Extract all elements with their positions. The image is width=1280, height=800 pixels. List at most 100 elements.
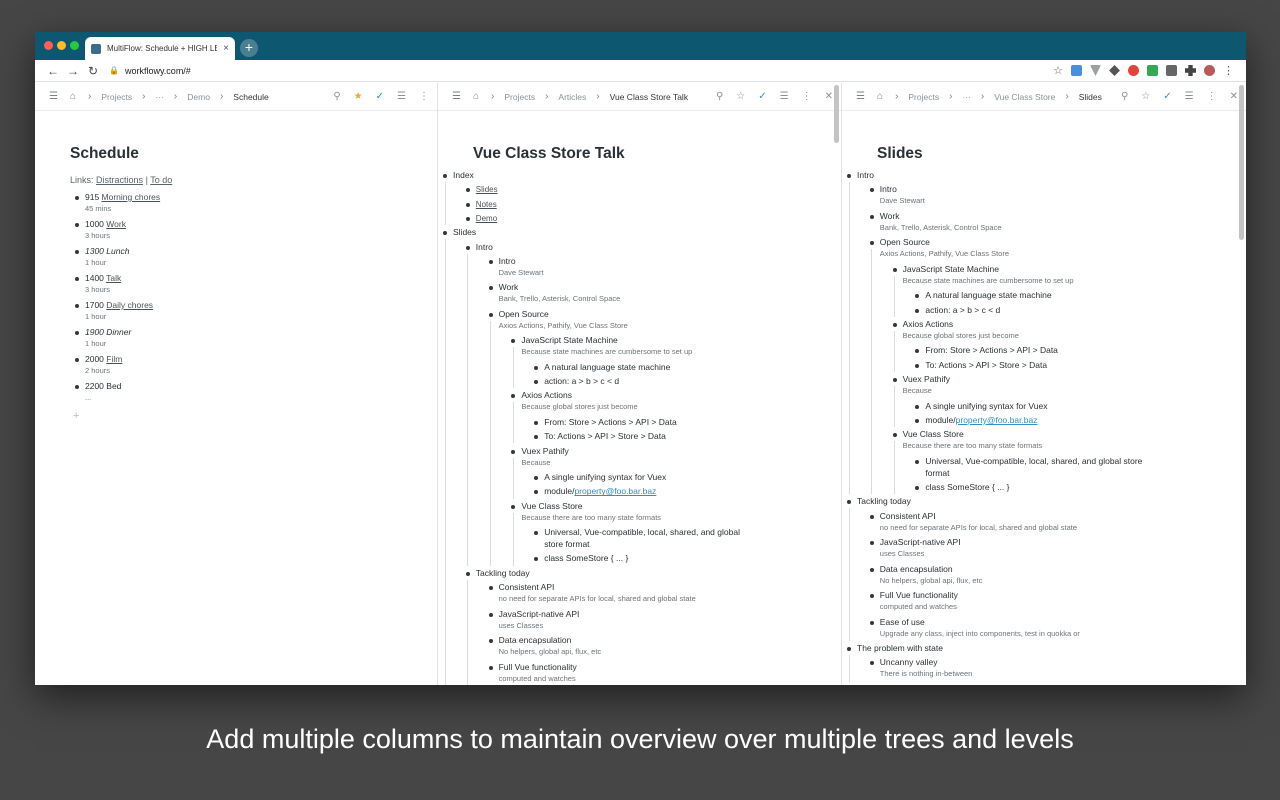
maximize-window-button[interactable] bbox=[70, 41, 79, 50]
bullet bbox=[466, 572, 470, 576]
more-icon[interactable]: ⋮ bbox=[802, 91, 812, 102]
item-link[interactable]: Morning chores bbox=[102, 192, 161, 202]
item-link[interactable]: property@foo.bar.baz bbox=[574, 486, 656, 496]
bookmark-star-icon[interactable]: ☆ bbox=[1053, 64, 1063, 77]
extensions-area: ☆ ⋮ bbox=[1053, 64, 1234, 77]
bullet bbox=[75, 331, 79, 335]
scrollbar[interactable] bbox=[834, 85, 839, 143]
breadcrumb[interactable]: Projects bbox=[101, 92, 132, 102]
close-window-button[interactable] bbox=[44, 41, 53, 50]
outline-note: Upgrade any class, inject into component… bbox=[880, 629, 1080, 638]
item-link[interactable]: Demo bbox=[476, 214, 497, 223]
browser-tab[interactable]: MultiFlow: Schedule + HIGH LE × bbox=[85, 37, 235, 60]
outline-item: Intro bbox=[880, 184, 897, 194]
bullet bbox=[915, 364, 919, 368]
avatar[interactable] bbox=[1204, 65, 1215, 76]
more-icon[interactable]: ⋮ bbox=[419, 91, 429, 102]
check-icon[interactable]: ✓ bbox=[376, 91, 384, 102]
extension-icon[interactable] bbox=[1071, 65, 1082, 76]
breadcrumb[interactable]: ··· bbox=[962, 92, 971, 102]
lock-icon[interactable]: 🔒 bbox=[109, 66, 119, 75]
star-icon[interactable]: ☆ bbox=[1141, 91, 1150, 102]
hamburger-icon[interactable]: ☰ bbox=[856, 91, 865, 102]
extension-icon[interactable] bbox=[1090, 65, 1101, 76]
indent-guide bbox=[513, 513, 514, 566]
item-link[interactable]: Notes bbox=[476, 200, 497, 209]
bullet bbox=[915, 405, 919, 409]
list-item: 915 Morning chores bbox=[85, 192, 160, 202]
bullet bbox=[511, 450, 515, 454]
bullet bbox=[534, 421, 538, 425]
search-icon[interactable]: ⚲ bbox=[716, 91, 723, 102]
star-icon[interactable]: ☆ bbox=[736, 91, 745, 102]
check-icon[interactable]: ✓ bbox=[758, 91, 766, 102]
breadcrumb[interactable]: Demo bbox=[187, 92, 210, 102]
home-icon[interactable]: ⌂ bbox=[473, 91, 479, 102]
breadcrumb[interactable]: Vue Class Store bbox=[994, 92, 1055, 102]
list-icon[interactable]: ☰ bbox=[397, 91, 406, 102]
indent-guide bbox=[513, 458, 514, 499]
close-column-icon[interactable]: ✕ bbox=[825, 91, 833, 102]
extension-icon[interactable] bbox=[1166, 65, 1177, 76]
new-tab-button[interactable]: + bbox=[240, 39, 258, 57]
page-title: Schedule bbox=[70, 145, 139, 163]
bullet bbox=[75, 223, 79, 227]
close-column-icon[interactable]: ✕ bbox=[1230, 91, 1238, 102]
check-icon[interactable]: ✓ bbox=[1163, 91, 1171, 102]
search-icon[interactable]: ⚲ bbox=[333, 91, 340, 102]
list-item: 1000 Work bbox=[85, 219, 126, 229]
search-icon[interactable]: ⚲ bbox=[1121, 91, 1128, 102]
adblock-icon[interactable] bbox=[1128, 65, 1139, 76]
item-label: Lunch bbox=[106, 246, 129, 256]
item-link[interactable]: Film bbox=[106, 354, 122, 364]
bullet bbox=[870, 515, 874, 519]
item-link[interactable]: Daily chores bbox=[106, 300, 153, 310]
menu-icon[interactable]: ⋮ bbox=[1223, 64, 1234, 77]
scrollbar[interactable] bbox=[1239, 85, 1244, 240]
item-link[interactable]: Work bbox=[106, 219, 126, 229]
extension-icon[interactable] bbox=[1147, 65, 1158, 76]
hamburger-icon[interactable]: ☰ bbox=[49, 91, 58, 102]
list-icon[interactable]: ☰ bbox=[780, 91, 789, 102]
item-note: 1 hour bbox=[85, 312, 106, 321]
url-field[interactable]: workflowy.com/# bbox=[125, 66, 1053, 76]
outline-note: Axios Actions, Pathify, Vue Class Store bbox=[499, 321, 628, 330]
bullet bbox=[466, 188, 470, 192]
indent-guide bbox=[467, 580, 468, 685]
bullet bbox=[847, 500, 851, 504]
list-item: 1300 Lunch bbox=[85, 246, 129, 256]
breadcrumb[interactable]: ··· bbox=[155, 92, 164, 102]
indent-guide bbox=[513, 402, 514, 443]
list-icon[interactable]: ☰ bbox=[1185, 91, 1194, 102]
item-link[interactable]: Talk bbox=[106, 273, 121, 283]
back-icon[interactable]: ← bbox=[43, 64, 63, 78]
item-note: 3 hours bbox=[85, 231, 110, 240]
forward-icon[interactable]: → bbox=[63, 64, 83, 78]
breadcrumb[interactable]: Articles bbox=[558, 92, 586, 102]
link-distractions[interactable]: Distractions bbox=[96, 175, 143, 185]
item-link[interactable]: Slides bbox=[476, 185, 498, 194]
outline-item: Index bbox=[453, 170, 474, 180]
bullet bbox=[466, 246, 470, 250]
bullet bbox=[915, 460, 919, 464]
item-link[interactable]: property@foo.bar.baz bbox=[956, 415, 1038, 425]
puzzle-icon[interactable] bbox=[1185, 65, 1196, 76]
star-icon[interactable]: ★ bbox=[354, 91, 363, 102]
add-item-button[interactable]: + bbox=[73, 410, 79, 422]
reload-icon[interactable]: ↻ bbox=[83, 64, 103, 78]
link-to-do[interactable]: To do bbox=[150, 175, 172, 185]
breadcrumb[interactable]: Projects bbox=[504, 92, 535, 102]
bullet bbox=[489, 286, 493, 290]
close-tab-icon[interactable]: × bbox=[223, 43, 229, 54]
outline-item: Notes bbox=[476, 199, 497, 209]
hamburger-icon[interactable]: ☰ bbox=[452, 91, 461, 102]
home-icon[interactable]: ⌂ bbox=[877, 91, 883, 102]
column-toolbar: ☰ ⌂ › Projects › Articles › Vue Class St… bbox=[438, 83, 841, 111]
minimize-window-button[interactable] bbox=[57, 41, 66, 50]
home-icon[interactable]: ⌂ bbox=[70, 91, 76, 102]
outline-note: Because state machines are cumbersome to… bbox=[903, 276, 1074, 285]
breadcrumb[interactable]: Projects bbox=[908, 92, 939, 102]
more-icon[interactable]: ⋮ bbox=[1207, 91, 1217, 102]
rocket-icon[interactable] bbox=[1109, 65, 1120, 76]
breadcrumb-current: Schedule bbox=[233, 92, 268, 102]
